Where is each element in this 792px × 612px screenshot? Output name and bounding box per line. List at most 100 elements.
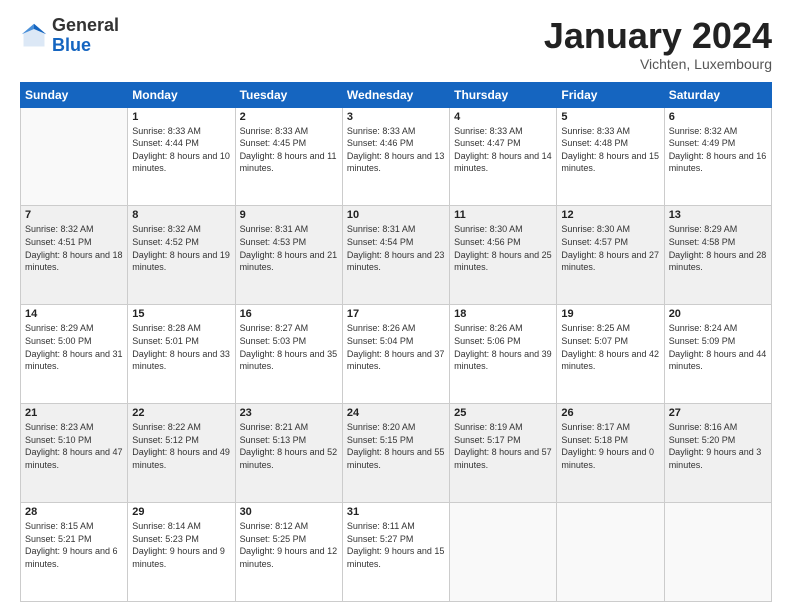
day-info: Sunrise: 8:22 AMSunset: 5:12 PMDaylight:… [132,421,230,471]
day-info: Sunrise: 8:12 AMSunset: 5:25 PMDaylight:… [240,520,338,570]
day-number: 6 [669,111,767,123]
logo-general-text: General [52,15,119,35]
day-info: Sunrise: 8:26 AMSunset: 5:04 PMDaylight:… [347,322,445,372]
calendar-week-row: 14Sunrise: 8:29 AMSunset: 5:00 PMDayligh… [21,305,772,404]
col-sunday: Sunday [21,82,128,107]
table-row: 29 Sunrise: 8:14 AMSunset: 5:23 PMDayligh… [128,503,235,602]
logo-text: General Blue [52,16,119,56]
day-info: Sunrise: 8:33 AMSunset: 4:47 PMDaylight:… [454,125,552,175]
table-row [557,503,664,602]
day-number: 11 [454,209,552,221]
page: General Blue January 2024 Vichten, Luxem… [0,0,792,612]
table-row: 27Sunrise: 8:16 AMSunset: 5:20 PMDayligh… [664,404,771,503]
day-info: Sunrise: 8:19 AMSunset: 5:17 PMDaylight:… [454,421,552,471]
day-number: 14 [25,308,123,320]
day-info: Sunrise: 8:26 AMSunset: 5:06 PMDaylight:… [454,322,552,372]
table-row: 10 Sunrise: 8:31 AMSunset: 4:54 PMDayligh… [342,206,449,305]
day-info: Sunrise: 8:32 AMSunset: 4:49 PMDaylight:… [669,125,767,175]
day-number: 9 [240,209,338,221]
calendar-week-row: 21Sunrise: 8:23 AMSunset: 5:10 PMDayligh… [21,404,772,503]
table-row [450,503,557,602]
calendar-week-row: 28 Sunrise: 8:15 AMSunset: 5:21 PMDayligh… [21,503,772,602]
table-row [664,503,771,602]
table-row: 3 Sunrise: 8:33 AMSunset: 4:46 PMDaylight… [342,107,449,206]
day-info: Sunrise: 8:23 AMSunset: 5:10 PMDaylight:… [25,421,123,471]
logo-icon [20,22,48,50]
day-info: Sunrise: 8:30 AMSunset: 4:57 PMDaylight:… [561,223,659,273]
table-row: 11 Sunrise: 8:30 AMSunset: 4:56 PMDayligh… [450,206,557,305]
day-info: Sunrise: 8:11 AMSunset: 5:27 PMDaylight:… [347,520,445,570]
table-row: 18 Sunrise: 8:26 AMSunset: 5:06 PMDayligh… [450,305,557,404]
col-monday: Monday [128,82,235,107]
table-row: 4 Sunrise: 8:33 AMSunset: 4:47 PMDaylight… [450,107,557,206]
day-number: 4 [454,111,552,123]
day-number: 19 [561,308,659,320]
day-info: Sunrise: 8:32 AMSunset: 4:51 PMDaylight:… [25,223,123,273]
day-info: Sunrise: 8:21 AMSunset: 5:13 PMDaylight:… [240,421,338,471]
day-info: Sunrise: 8:14 AMSunset: 5:23 PMDaylight:… [132,520,230,570]
header: General Blue January 2024 Vichten, Luxem… [20,16,772,72]
day-number: 10 [347,209,445,221]
table-row: 19Sunrise: 8:25 AMSunset: 5:07 PMDayligh… [557,305,664,404]
table-row: 14Sunrise: 8:29 AMSunset: 5:00 PMDayligh… [21,305,128,404]
day-info: Sunrise: 8:20 AMSunset: 5:15 PMDaylight:… [347,421,445,471]
day-number: 5 [561,111,659,123]
logo: General Blue [20,16,119,56]
day-number: 1 [132,111,230,123]
day-info: Sunrise: 8:33 AMSunset: 4:46 PMDaylight:… [347,125,445,175]
table-row: 12 Sunrise: 8:30 AMSunset: 4:57 PMDayligh… [557,206,664,305]
col-wednesday: Wednesday [342,82,449,107]
day-info: Sunrise: 8:17 AMSunset: 5:18 PMDaylight:… [561,421,659,471]
day-info: Sunrise: 8:30 AMSunset: 4:56 PMDaylight:… [454,223,552,273]
table-row: 20 Sunrise: 8:24 AMSunset: 5:09 PMDayligh… [664,305,771,404]
col-friday: Friday [557,82,664,107]
day-info: Sunrise: 8:24 AMSunset: 5:09 PMDaylight:… [669,322,767,372]
table-row: 16Sunrise: 8:27 AMSunset: 5:03 PMDayligh… [235,305,342,404]
day-number: 13 [669,209,767,221]
day-info: Sunrise: 8:31 AMSunset: 4:54 PMDaylight:… [347,223,445,273]
day-info: Sunrise: 8:33 AMSunset: 4:48 PMDaylight:… [561,125,659,175]
day-info: Sunrise: 8:33 AMSunset: 4:44 PMDaylight:… [132,125,230,175]
table-row: 2Sunrise: 8:33 AMSunset: 4:45 PMDaylight… [235,107,342,206]
day-number: 18 [454,308,552,320]
table-row: 21Sunrise: 8:23 AMSunset: 5:10 PMDayligh… [21,404,128,503]
table-row: 25 Sunrise: 8:19 AMSunset: 5:17 PMDayligh… [450,404,557,503]
location-subtitle: Vichten, Luxembourg [544,56,772,72]
day-number: 3 [347,111,445,123]
title-block: January 2024 Vichten, Luxembourg [544,16,772,72]
table-row: 26 Sunrise: 8:17 AMSunset: 5:18 PMDayligh… [557,404,664,503]
table-row: 31 Sunrise: 8:11 AMSunset: 5:27 PMDayligh… [342,503,449,602]
day-number: 15 [132,308,230,320]
col-thursday: Thursday [450,82,557,107]
table-row: 1 Sunrise: 8:33 AMSunset: 4:44 PMDaylight… [128,107,235,206]
day-number: 23 [240,407,338,419]
table-row: 24 Sunrise: 8:20 AMSunset: 5:15 PMDayligh… [342,404,449,503]
day-number: 12 [561,209,659,221]
day-number: 28 [25,506,123,518]
day-info: Sunrise: 8:31 AMSunset: 4:53 PMDaylight:… [240,223,338,273]
month-title: January 2024 [544,16,772,56]
table-row [21,107,128,206]
calendar-table: Sunday Monday Tuesday Wednesday Thursday… [20,82,772,602]
day-info: Sunrise: 8:15 AMSunset: 5:21 PMDaylight:… [25,520,123,570]
day-number: 31 [347,506,445,518]
calendar-week-row: 7Sunrise: 8:32 AMSunset: 4:51 PMDaylight… [21,206,772,305]
day-info: Sunrise: 8:29 AMSunset: 4:58 PMDaylight:… [669,223,767,273]
day-number: 30 [240,506,338,518]
day-number: 29 [132,506,230,518]
day-info: Sunrise: 8:16 AMSunset: 5:20 PMDaylight:… [669,421,767,471]
col-saturday: Saturday [664,82,771,107]
day-number: 20 [669,308,767,320]
day-number: 8 [132,209,230,221]
col-tuesday: Tuesday [235,82,342,107]
table-row: 17Sunrise: 8:26 AMSunset: 5:04 PMDayligh… [342,305,449,404]
day-number: 24 [347,407,445,419]
day-number: 22 [132,407,230,419]
day-number: 16 [240,308,338,320]
day-number: 26 [561,407,659,419]
calendar-week-row: 1 Sunrise: 8:33 AMSunset: 4:44 PMDaylight… [21,107,772,206]
table-row: 6 Sunrise: 8:32 AMSunset: 4:49 PMDaylight… [664,107,771,206]
day-info: Sunrise: 8:28 AMSunset: 5:01 PMDaylight:… [132,322,230,372]
day-number: 25 [454,407,552,419]
table-row: 22 Sunrise: 8:22 AMSunset: 5:12 PMDayligh… [128,404,235,503]
